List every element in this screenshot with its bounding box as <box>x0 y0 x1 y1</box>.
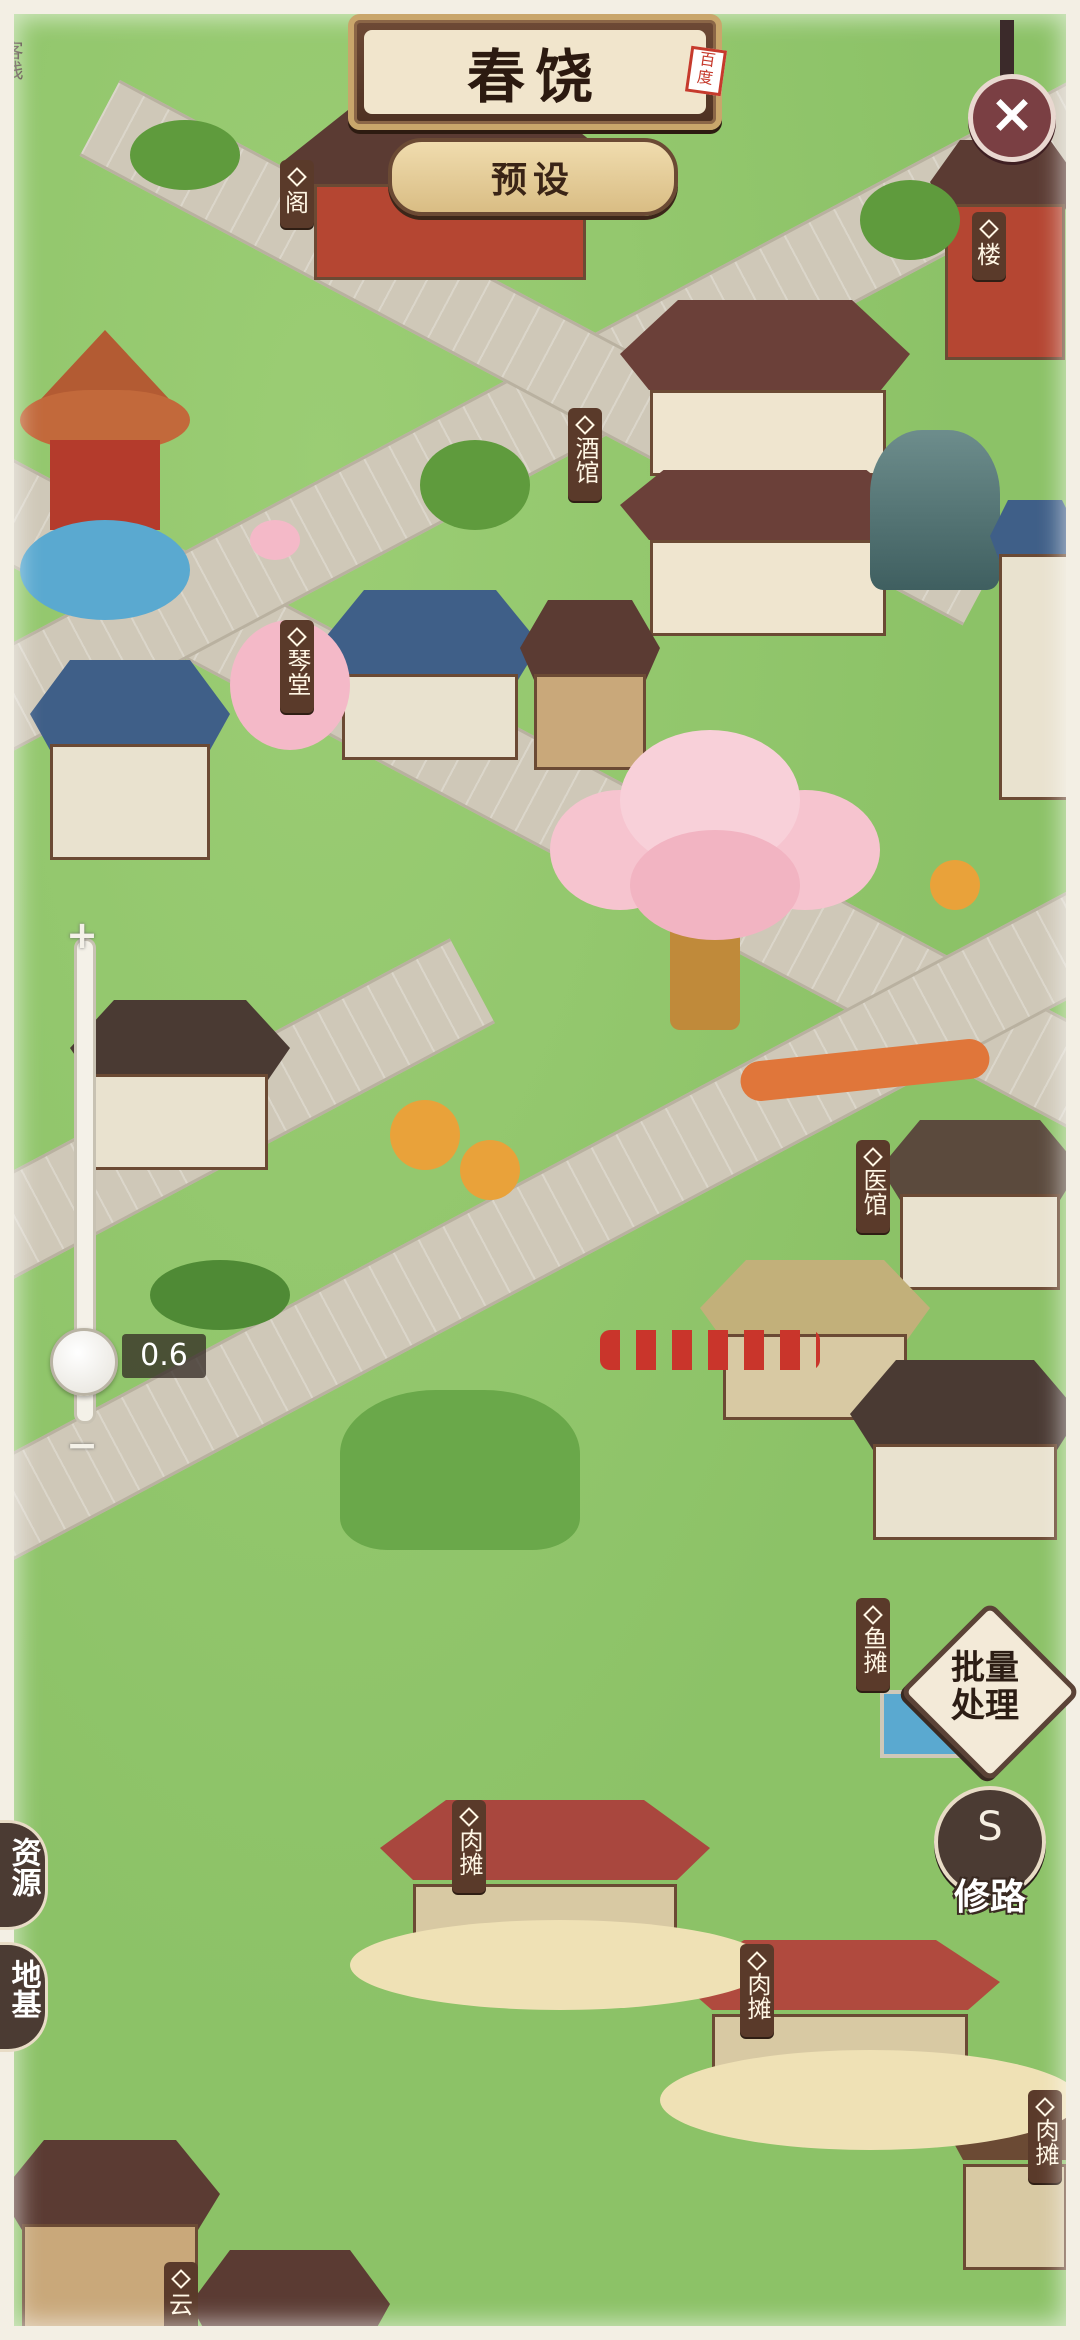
orange-tree <box>930 860 980 910</box>
map-label-fish-stall[interactable]: 鱼摊 <box>856 1598 890 1691</box>
bottom-house[interactable] <box>190 2250 390 2340</box>
map-label-tavern[interactable]: 酒馆 <box>568 408 602 501</box>
cherry-tree <box>250 520 300 560</box>
map-label-text: 琴堂 <box>283 648 311 696</box>
map-label-text: 肉摊 <box>743 1972 771 2020</box>
map-label-text: 鱼摊 <box>859 1626 887 1674</box>
corner-label-text: 客栈 <box>0 40 24 80</box>
map-label-medicine-hall[interactable]: 医馆 <box>856 1140 890 1233</box>
map-label-meat-stall[interactable]: 肉摊 <box>740 1944 774 2037</box>
qin-hall[interactable] <box>320 590 540 760</box>
batch-label-top: 批量 <box>951 1648 1019 1688</box>
bamboo-grove <box>340 1390 580 1550</box>
map-label-text: 医馆 <box>859 1168 887 1216</box>
map-label-pavilion[interactable]: 阁 <box>280 160 314 228</box>
green-tree <box>860 180 960 260</box>
corner-label: 客栈 <box>0 40 24 85</box>
map-label-text: 肉摊 <box>1031 2118 1059 2166</box>
town-map[interactable]: 阁 楼 酒馆 琴堂 医馆 鱼摊 肉摊 肉摊 肉摊 云 客栈 <box>0 0 1080 2340</box>
green-tree <box>130 120 240 190</box>
zoom-out-icon[interactable]: − <box>64 1426 100 1466</box>
map-label-text: 肉摊 <box>455 1828 483 1876</box>
green-tree <box>420 440 530 530</box>
batch-label-bottom: 处理 <box>951 1686 1019 1726</box>
map-label-text: 阁 <box>285 189 309 217</box>
batch-process-label[interactable]: 批量 处理 <box>926 1628 1044 1746</box>
foundation-tab-label: 地基 <box>5 1959 41 2019</box>
house-lanterns[interactable] <box>70 1000 290 1170</box>
preset-button[interactable]: 预设 <box>388 138 678 216</box>
bonsai-tree <box>150 1260 290 1330</box>
repair-road-label: 修路 <box>953 1877 1026 1918</box>
map-label-cloud[interactable]: 云 <box>164 2262 198 2330</box>
sand-patch <box>350 1920 770 2010</box>
map-label-tower[interactable]: 楼 <box>972 212 1006 280</box>
title-banner: 春饶 百度 <box>348 14 728 130</box>
waterfall-rock <box>870 430 1000 590</box>
map-label-meat-stall[interactable]: 肉摊 <box>452 1800 486 1893</box>
zoom-in-icon[interactable]: + <box>64 916 100 956</box>
orange-tree <box>390 1100 460 1170</box>
map-label-qin-hall[interactable]: 琴堂 <box>280 620 314 713</box>
page-title: 春饶 <box>466 43 603 111</box>
close-icon: × <box>989 82 1035 145</box>
tavern-building[interactable] <box>620 300 910 636</box>
seal-stamp: 百度 <box>684 45 728 97</box>
resources-tab-label: 资源 <box>5 1837 41 1897</box>
sand-patch <box>660 2050 1080 2150</box>
map-label-text: 楼 <box>977 241 1001 269</box>
map-label-text: 云 <box>169 2291 193 2319</box>
lantern-string <box>600 1330 820 1370</box>
close-button[interactable]: × <box>968 74 1056 162</box>
big-cherry-tree[interactable] <box>530 730 890 1050</box>
round-pavilion[interactable] <box>20 330 190 530</box>
map-label-text: 酒馆 <box>571 436 599 484</box>
repair-road-button[interactable]: S 修路 <box>934 1786 1046 1918</box>
blue-house[interactable] <box>30 660 230 860</box>
title-inner: 春饶 <box>364 30 706 114</box>
shop-building[interactable] <box>850 1360 1080 1540</box>
pond <box>20 520 190 620</box>
map-label-meat-stall[interactable]: 肉摊 <box>1028 2090 1062 2183</box>
close-hanger <box>1000 20 1014 80</box>
zoom-slider-handle[interactable] <box>50 1327 118 1396</box>
zoom-value: 0.6 <box>122 1333 206 1378</box>
blue-tower[interactable] <box>990 500 1080 800</box>
road-icon: S <box>977 1804 1003 1850</box>
orange-tree <box>460 1140 520 1200</box>
